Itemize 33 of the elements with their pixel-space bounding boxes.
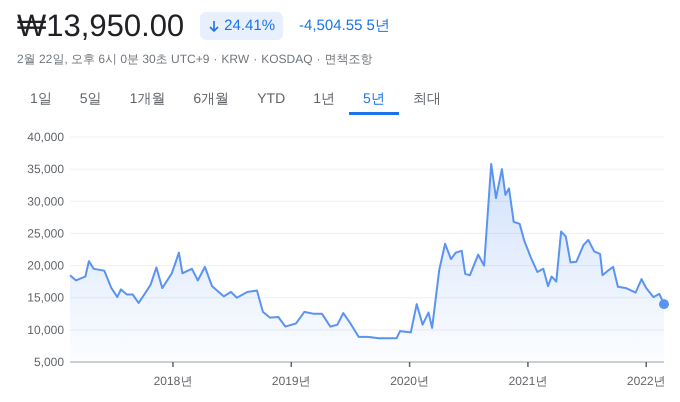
separator-dot: · xyxy=(316,51,321,68)
separator-dot: · xyxy=(213,51,218,68)
axis-label: 2021년 xyxy=(508,374,548,388)
disclaimer-link[interactable]: 면책조항 xyxy=(324,50,373,68)
range-tab[interactable]: YTD xyxy=(243,84,300,115)
separator-dot: · xyxy=(253,51,258,68)
range-tab[interactable]: 1년 xyxy=(299,84,349,115)
axis-label: 35,000 xyxy=(27,162,64,176)
axis-label: 10,000 xyxy=(27,322,64,337)
period-label: 5년 xyxy=(366,16,390,36)
range-tab[interactable]: 최대 xyxy=(398,84,455,115)
quote-info: KRW xyxy=(221,51,250,68)
range-tab[interactable]: 1개월 xyxy=(116,84,180,115)
price-change: -4,504.55 xyxy=(299,16,362,36)
current-price-dot xyxy=(659,299,669,310)
range-tab[interactable]: 5년 xyxy=(348,84,399,115)
axis-label: 2022년 xyxy=(626,374,666,388)
axis-label: 2019년 xyxy=(272,374,311,388)
percent-change: 24.41% xyxy=(200,12,284,40)
stock-price: ₩13,950.00 xyxy=(17,7,184,45)
axis-label: 20,000 xyxy=(27,258,64,273)
range-tab[interactable]: 1일 xyxy=(16,84,66,115)
axis-label: 40,000 xyxy=(27,130,64,144)
axis-label: 30,000 xyxy=(27,194,64,208)
axis-label: 2018년 xyxy=(154,374,192,388)
axis-label: 15,000 xyxy=(27,290,64,305)
axis-label: 25,000 xyxy=(27,226,64,240)
axis-label: 2020년 xyxy=(390,374,429,388)
quote-info: 2월 22일, 오후 6시 0분 30초 UTC+9 xyxy=(17,51,210,68)
range-tab[interactable]: 6개월 xyxy=(179,84,244,115)
quote-info: KOSDAQ xyxy=(261,51,313,68)
range-tab[interactable]: 5일 xyxy=(66,84,116,115)
axis-label: 5,000 xyxy=(34,355,64,369)
